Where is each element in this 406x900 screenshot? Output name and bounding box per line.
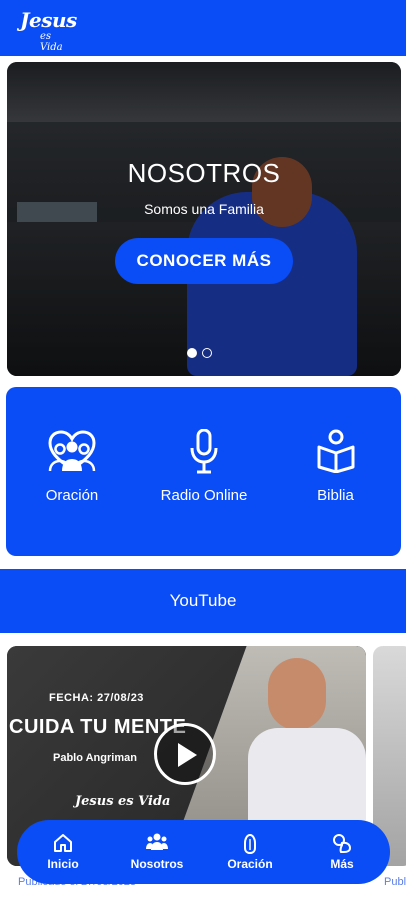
play-button[interactable] [154,723,216,785]
hero-title: NOSOTROS [127,158,281,188]
quick-link-radio-online[interactable]: Radio Online [138,387,270,556]
home-icon [54,834,72,852]
video-author: Pablo Angriman [53,752,137,764]
bottom-navigation: Inicio Nosotros Oración Más [17,820,390,884]
carousel-dot-inactive[interactable] [202,348,212,358]
microphone-icon [190,429,218,474]
youtube-section-button[interactable]: YouTube [0,569,406,633]
carousel-indicator [187,348,227,358]
logo-text-main: Jesus [20,8,77,32]
video-caption-next: Publi [384,876,406,888]
bible-reader-icon [317,429,355,473]
praying-group-icon [48,430,96,472]
video-date: FECHA: 27/08/23 [49,692,144,704]
quick-link-oracion[interactable]: Oración [6,387,138,556]
prayer-hands-icon [244,833,256,855]
conocer-mas-button[interactable]: CONOCER MÁS [115,238,293,284]
quick-link-label: Biblia [317,487,354,504]
quick-link-label: Oración [45,487,99,504]
nav-label: Más [330,857,354,871]
nav-item-oracion[interactable]: Oración [210,820,290,884]
quick-link-biblia[interactable]: Biblia [270,387,401,556]
logo-text-sub: es Vida [40,31,63,53]
carousel-dot-active[interactable] [187,348,197,358]
play-icon [178,743,197,767]
nav-label: Oración [227,857,273,871]
nav-label: Inicio [47,857,79,871]
hero-subtitle: Somos una Familia [144,201,264,217]
video-speaker-head [268,658,326,730]
hero-carousel[interactable]: NOSOTROS Somos una Familia CONOCER MÁS [7,62,401,376]
nav-label: Nosotros [130,857,184,871]
app-logo[interactable]: Jesus es Vida [14,6,77,53]
more-icon [333,834,352,853]
quick-link-label: Radio Online [160,487,248,504]
nav-item-inicio[interactable]: Inicio [23,820,103,884]
app-header: Jesus es Vida [0,0,406,56]
video-speaker-body [248,728,366,828]
people-icon [146,833,168,850]
video-logo: Jesus es Vida [75,794,171,809]
nav-item-nosotros[interactable]: Nosotros [117,820,197,884]
quick-links-panel: Oración Radio Online Biblia [6,387,401,556]
app-screen: Jesus es Vida NOSOTROS Somos una Familia… [0,0,406,900]
hero-overlay [7,62,401,376]
nav-item-mas[interactable]: Más [302,820,382,884]
